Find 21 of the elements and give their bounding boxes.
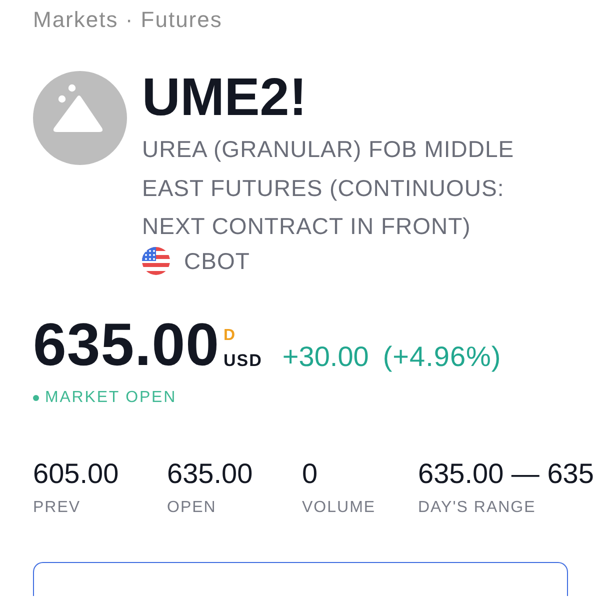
stat-value: 0 [302,458,318,490]
price-change-percent: (+4.96%) [382,342,502,372]
price-change: +30.00 [282,342,369,372]
stat-value: 635.00 [167,458,253,490]
stat-label: VOLUME [302,498,376,518]
ticker-symbol: UME2! [142,70,307,126]
exchange-name: CBOT [184,246,250,274]
stat-label: PREV [33,498,81,518]
symbol-description: UREA (GRANULAR) FOB MIDDLE EAST FUTURES (CONTINUOUS: NEXT CONTRACT IN FRONT) [142,135,516,241]
breadcrumb[interactable]: Markets · Futures [33,7,222,33]
market-status: MARKET OPEN [45,388,177,408]
flag-icon [142,246,170,274]
stat-label: DAY'S RANGE [418,498,536,518]
outlined-button[interactable] [33,562,568,596]
stat-value: 635.00 — 635 [418,458,594,490]
logo-icon [33,71,127,165]
delayed-label: D [224,326,236,344]
stat-value: 605.00 [33,458,119,490]
currency: USD [224,350,262,370]
stat-label: OPEN [167,498,216,518]
price: 635.00 [33,314,220,374]
